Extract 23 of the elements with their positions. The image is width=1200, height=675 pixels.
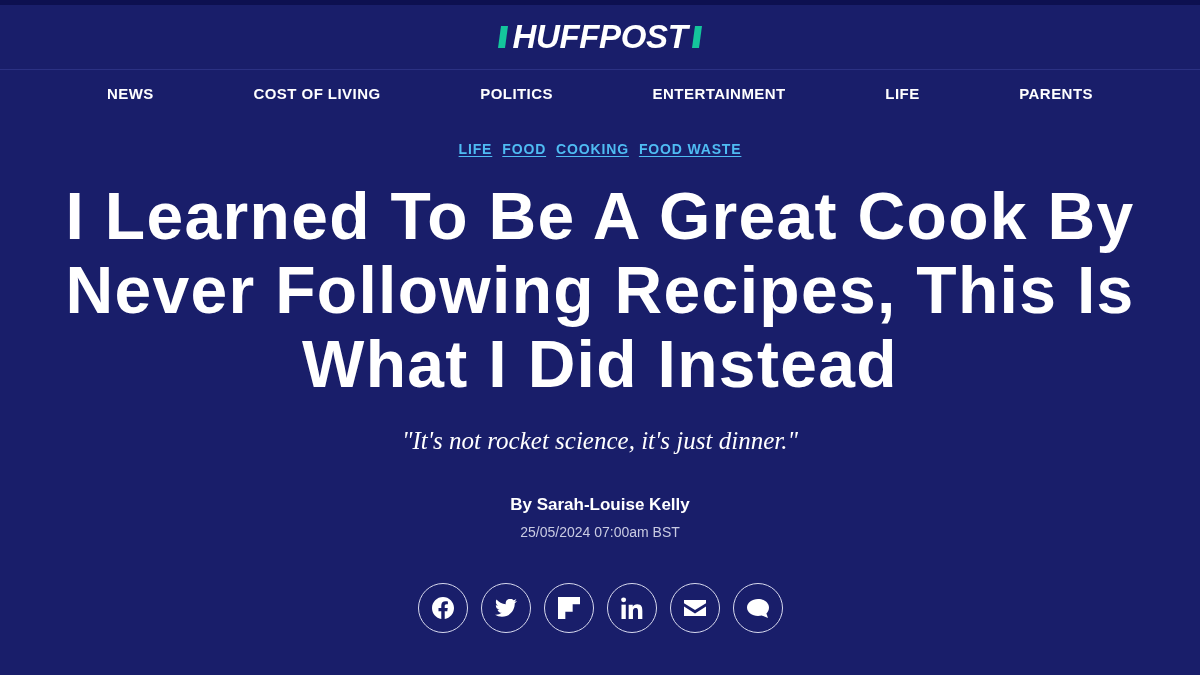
speech-bubble-icon [746, 598, 769, 618]
tag-link[interactable]: LIFE [458, 139, 493, 159]
tag-link[interactable]: FOOD WASTE [638, 139, 742, 159]
facebook-icon [431, 597, 454, 619]
flipboard-icon [557, 597, 580, 619]
site-logo[interactable]: HUFFPOST [512, 20, 688, 54]
nav-link[interactable]: LIFE [885, 84, 920, 104]
article-headline: I Learned To Be A Great Cook By Never Following Recipes, This Is What I Did Instead [64, 179, 1136, 401]
linkedin-icon [620, 597, 643, 619]
tag-link[interactable]: FOOD [502, 139, 547, 159]
logo-bar-icon [498, 26, 509, 48]
nav-link[interactable]: ENTERTAINMENT [652, 84, 786, 104]
tag-link[interactable]: COOKING [556, 139, 629, 159]
logo-bar-icon [691, 26, 702, 48]
nav-link[interactable]: PARENTS [1019, 84, 1093, 104]
publish-date: 25/05/2024 07:00am BST [520, 523, 680, 542]
twitter-bird-icon [494, 599, 517, 617]
nav-link[interactable]: POLITICS [480, 84, 553, 104]
article-subheadline: "It's not rocket science, it's just dinner." [401, 426, 799, 456]
nav-link[interactable]: NEWS [107, 84, 154, 104]
envelope-icon [683, 600, 706, 616]
nav-link[interactable]: COST OF LIVING [253, 84, 381, 104]
author-byline: By Sarah-Louise Kelly [510, 494, 690, 516]
